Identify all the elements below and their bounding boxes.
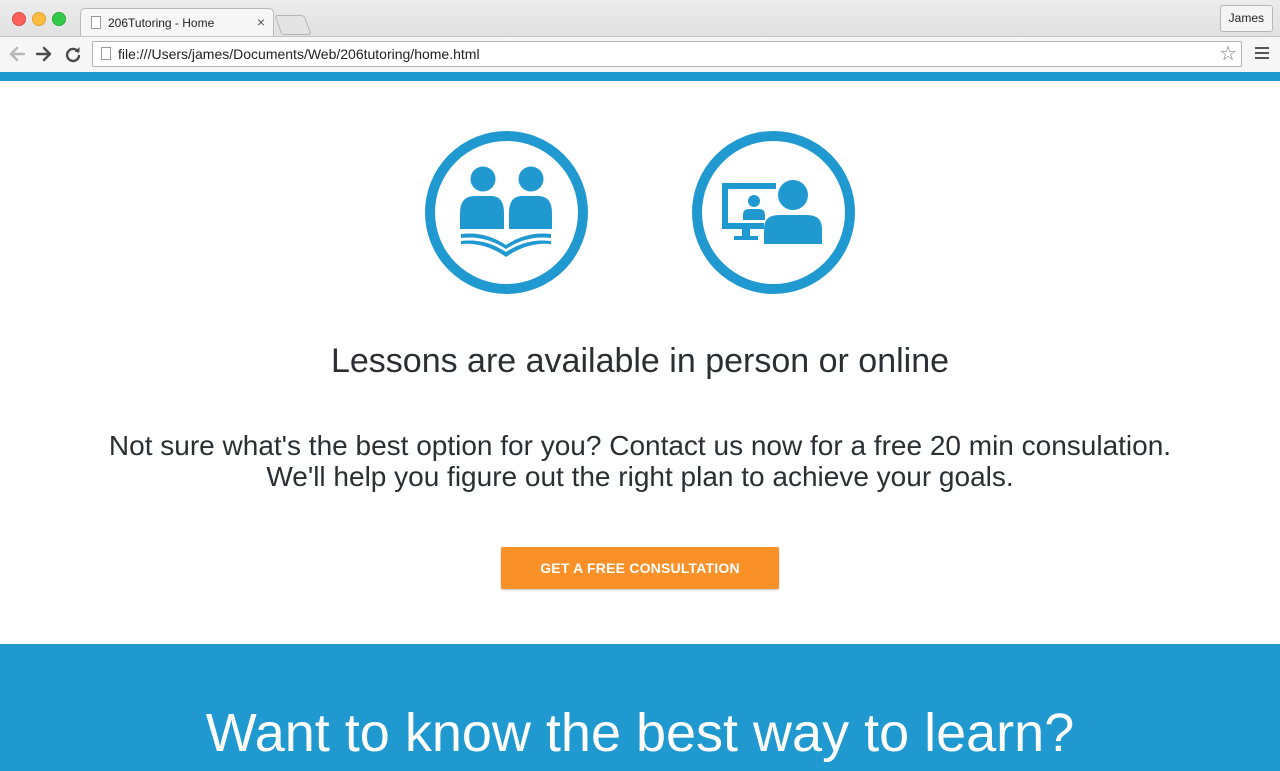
- reading-students-icon: [425, 131, 588, 294]
- tab-strip: 206Tutoring - Home × James: [0, 0, 1280, 37]
- tab-title: 206Tutoring - Home: [108, 16, 215, 30]
- video-call-icon: [692, 131, 855, 294]
- maximize-window-button[interactable]: [52, 12, 66, 26]
- page-icon: [101, 47, 111, 60]
- reload-icon[interactable]: [62, 43, 84, 65]
- browser-chrome: 206Tutoring - Home × James file:///Users…: [0, 0, 1280, 72]
- forward-icon[interactable]: [33, 43, 55, 65]
- page-icon: [91, 16, 101, 29]
- consultation-text: Not sure what's the best option for you?…: [60, 430, 1220, 492]
- close-window-button[interactable]: [12, 12, 26, 26]
- free-consultation-button[interactable]: GET A FREE CONSULTATION: [501, 547, 779, 589]
- new-tab-button[interactable]: [274, 15, 312, 35]
- address-url[interactable]: file:///Users/james/Documents/Web/206tut…: [118, 46, 480, 62]
- consultation-line-1: Not sure what's the best option for you?…: [108, 430, 1172, 461]
- profile-button[interactable]: James: [1219, 5, 1273, 32]
- learn-heading: Want to know the best way to learn?: [205, 703, 1075, 763]
- bookmark-star-icon[interactable]: ☆: [1219, 43, 1237, 65]
- menu-icon[interactable]: [1255, 47, 1269, 61]
- lessons-heading: Lessons are available in person or onlin…: [330, 342, 950, 380]
- back-icon[interactable]: [6, 43, 28, 65]
- address-bar[interactable]: file:///Users/james/Documents/Web/206tut…: [92, 41, 1242, 67]
- consultation-line-2: We'll help you figure out the right plan…: [266, 461, 1014, 492]
- header-stripe: [0, 72, 1280, 81]
- learn-section: Want to know the best way to learn?: [0, 644, 1280, 771]
- browser-toolbar: file:///Users/james/Documents/Web/206tut…: [0, 36, 1280, 72]
- minimize-window-button[interactable]: [32, 12, 46, 26]
- tab-home[interactable]: 206Tutoring - Home ×: [80, 8, 274, 37]
- tab-close-icon[interactable]: ×: [257, 14, 265, 30]
